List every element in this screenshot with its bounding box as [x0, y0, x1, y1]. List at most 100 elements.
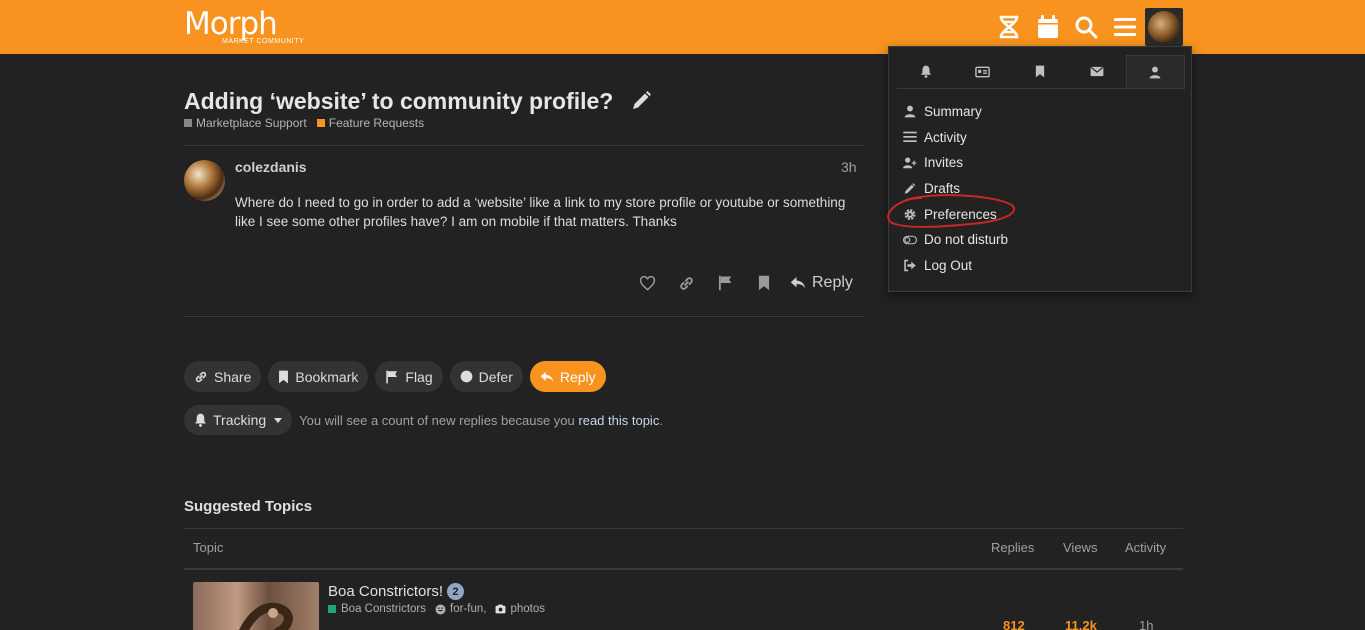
- category-color-swatch: [316, 119, 325, 127]
- user-menu-panel: Summary Activity Invites Drafts Preferen…: [888, 46, 1192, 292]
- site-logo[interactable]: Morph MARKET COMMUNITY: [184, 6, 309, 48]
- topic-link[interactable]: Boa Constrictors!: [328, 583, 443, 600]
- category-label: Feature Requests: [328, 116, 425, 130]
- views-count: 11.2k: [1065, 618, 1097, 630]
- bookmark-button[interactable]: Bookmark: [268, 361, 369, 392]
- user-menu-tabs: [897, 55, 1186, 89]
- tracking-description: You will see a count of new replies beca…: [299, 413, 663, 428]
- topic-title: Adding ‘website’ to community profile?: [184, 88, 614, 114]
- topic-categories: Marketplace Support Feature Requests: [184, 116, 434, 130]
- post-author-name[interactable]: colezdanis: [235, 159, 307, 175]
- menu-item-label: Drafts: [924, 181, 961, 197]
- table-divider: [184, 528, 1183, 529]
- menu-item-label: Preferences: [924, 206, 997, 222]
- menu-item-invites[interactable]: Invites: [903, 150, 1008, 176]
- flag-icon[interactable]: [708, 270, 742, 296]
- column-header-views[interactable]: Views: [1063, 540, 1097, 555]
- post-actions: Reply: [630, 270, 853, 296]
- tab-notifications[interactable]: [897, 55, 954, 88]
- tab-bookmarks[interactable]: [1011, 55, 1068, 88]
- menu-item-do-not-disturb[interactable]: Do not disturb: [903, 227, 1008, 253]
- activity-time[interactable]: 1h: [1139, 618, 1153, 630]
- tab-profile[interactable]: [1125, 55, 1186, 88]
- link-icon[interactable]: [669, 270, 703, 296]
- tab-replies[interactable]: [954, 55, 1011, 88]
- post-timestamp[interactable]: 3h: [841, 159, 857, 175]
- defer-button[interactable]: Defer: [449, 361, 523, 392]
- caret-down-icon: [274, 417, 283, 423]
- menu-item-preferences[interactable]: Preferences: [903, 201, 1008, 227]
- toggle-icon: [903, 235, 917, 245]
- tag-label: photos: [510, 603, 545, 615]
- hamburger-menu-icon[interactable]: [1112, 14, 1138, 40]
- category-label: Marketplace Support: [196, 116, 307, 130]
- table-divider: [184, 568, 1183, 570]
- bookmark-icon: [1035, 65, 1045, 78]
- topic-thumbnail[interactable]: [193, 582, 319, 630]
- unread-count-badge[interactable]: 2: [447, 583, 465, 600]
- bookmark-label: Bookmark: [295, 368, 359, 385]
- menu-item-label: Do not disturb: [924, 232, 1009, 248]
- menu-item-drafts[interactable]: Drafts: [903, 176, 1008, 202]
- user-menu-list: Summary Activity Invites Drafts Preferen…: [903, 99, 1008, 278]
- replies-count[interactable]: 812: [1003, 618, 1025, 630]
- read-topic-link[interactable]: read this topic: [578, 413, 659, 428]
- column-header-replies[interactable]: Replies: [991, 540, 1034, 555]
- tag-for-fun[interactable]: for-fun,: [435, 603, 486, 615]
- category-marketplace-support[interactable]: Marketplace Support: [184, 116, 307, 130]
- menu-item-summary[interactable]: Summary: [903, 99, 1008, 125]
- category-feature-requests[interactable]: Feature Requests: [316, 116, 425, 130]
- suggested-topic-meta: Boa Constrictors for-fun, photos: [328, 603, 545, 615]
- logo-text: Morph: [184, 6, 278, 42]
- edit-pencil-icon[interactable]: [630, 90, 652, 112]
- pencil-icon: [904, 183, 916, 194]
- notification-tracking: Tracking You will see a count of new rep…: [184, 405, 663, 435]
- like-heart-icon[interactable]: [630, 270, 664, 296]
- user-icon: [904, 105, 916, 118]
- category-link[interactable]: Boa Constrictors: [341, 603, 426, 615]
- category-color-swatch: [328, 605, 336, 613]
- menu-item-label: Activity: [924, 129, 967, 145]
- dna-icon[interactable]: [996, 14, 1022, 40]
- gear-icon: [904, 208, 916, 220]
- calendar-icon[interactable]: [1035, 14, 1061, 40]
- tag-label: for-fun,: [450, 603, 487, 615]
- menu-item-activity[interactable]: Activity: [903, 125, 1008, 151]
- topic-reply-button[interactable]: Reply: [529, 361, 606, 392]
- suggested-topic-title[interactable]: Boa Constrictors! 2: [328, 583, 465, 600]
- category-color-swatch: [184, 119, 192, 127]
- post-reply-button[interactable]: Reply: [790, 274, 853, 292]
- logo-subtext: MARKET COMMUNITY: [222, 38, 305, 45]
- sign-out-icon: [904, 259, 916, 272]
- suggested-topics-heading: Suggested Topics: [184, 498, 313, 515]
- post-divider: [184, 145, 864, 146]
- post-body: Where do I need to go in order to add a …: [235, 195, 846, 229]
- list-icon: [903, 132, 917, 143]
- envelope-icon: [1090, 66, 1104, 77]
- tracking-text: You will see a count of new replies beca…: [299, 412, 575, 428]
- tracking-dropdown[interactable]: Tracking: [184, 405, 293, 435]
- search-icon[interactable]: [1073, 14, 1099, 40]
- id-card-icon: [975, 66, 991, 77]
- user-icon: [1150, 66, 1161, 78]
- menu-item-log-out[interactable]: Log Out: [903, 253, 1008, 279]
- share-label: Share: [214, 368, 252, 385]
- column-header-topic[interactable]: Topic: [193, 540, 223, 555]
- menu-item-label: Summary: [924, 104, 982, 120]
- tab-messages[interactable]: [1069, 55, 1126, 88]
- tracking-label: Tracking: [213, 412, 267, 428]
- share-button[interactable]: Share: [184, 361, 262, 392]
- menu-item-label: Log Out: [924, 257, 973, 273]
- tracking-text-end: .: [659, 412, 663, 428]
- tag-photos[interactable]: photos: [495, 603, 545, 615]
- bookmark-icon[interactable]: [747, 270, 781, 296]
- current-user-avatar[interactable]: [1145, 8, 1183, 46]
- bell-icon: [920, 65, 931, 78]
- post-author-avatar[interactable]: [184, 160, 225, 201]
- flag-label: Flag: [405, 368, 433, 385]
- topic-footer-buttons: Share Bookmark Flag Defer Reply: [184, 361, 613, 392]
- menu-item-label: Invites: [924, 155, 964, 171]
- column-header-activity[interactable]: Activity: [1125, 540, 1166, 555]
- flag-button[interactable]: Flag: [375, 361, 443, 392]
- defer-label: Defer: [478, 368, 513, 385]
